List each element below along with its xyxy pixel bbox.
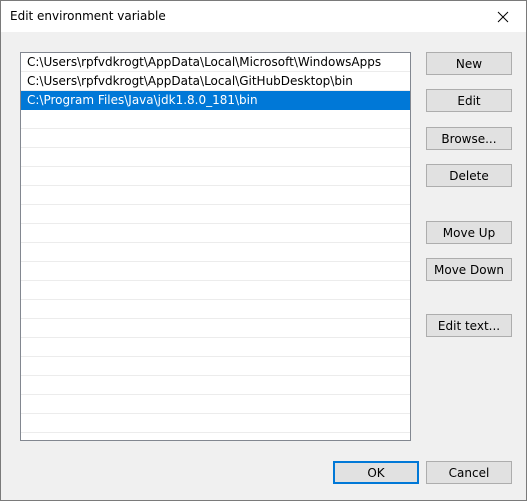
empty-list-row[interactable] <box>21 243 410 262</box>
ok-button[interactable]: OK <box>333 461 419 484</box>
empty-list-row[interactable] <box>21 224 410 243</box>
move-up-button[interactable]: Move Up <box>426 221 512 244</box>
empty-list-row[interactable] <box>21 110 410 129</box>
empty-list-row[interactable] <box>21 376 410 395</box>
move-down-button[interactable]: Move Down <box>426 258 512 281</box>
edit-text-button[interactable]: Edit text... <box>426 314 512 337</box>
delete-button[interactable]: Delete <box>426 164 512 187</box>
browse-button[interactable]: Browse... <box>426 127 512 150</box>
empty-list-row[interactable] <box>21 129 410 148</box>
empty-list-row[interactable] <box>21 186 410 205</box>
dialog-title: Edit environment variable <box>10 9 166 23</box>
empty-list-row[interactable] <box>21 395 410 414</box>
close-button[interactable] <box>480 1 526 32</box>
empty-list-row[interactable] <box>21 357 410 376</box>
path-entries-list[interactable]: C:\Users\rpfvdkrogt\AppData\Local\Micros… <box>20 52 411 441</box>
cancel-button[interactable]: Cancel <box>426 461 512 484</box>
close-icon <box>497 11 509 22</box>
empty-list-row[interactable] <box>21 414 410 433</box>
new-button[interactable]: New <box>426 52 512 75</box>
empty-list-row[interactable] <box>21 167 410 186</box>
list-item[interactable]: C:\Program Files\Java\jdk1.8.0_181\bin <box>21 91 410 110</box>
edit-environment-variable-dialog: Edit environment variable C:\Users\rpfvd… <box>0 0 527 501</box>
empty-list-row[interactable] <box>21 205 410 224</box>
empty-list-row[interactable] <box>21 281 410 300</box>
empty-list-row[interactable] <box>21 300 410 319</box>
list-item[interactable]: C:\Users\rpfvdkrogt\AppData\Local\GitHub… <box>21 72 410 91</box>
edit-button[interactable]: Edit <box>426 89 512 112</box>
empty-list-row[interactable] <box>21 262 410 281</box>
empty-list-row[interactable] <box>21 338 410 357</box>
empty-list-row[interactable] <box>21 148 410 167</box>
empty-list-row[interactable] <box>21 319 410 338</box>
title-bar: Edit environment variable <box>1 1 526 32</box>
list-item[interactable]: C:\Users\rpfvdkrogt\AppData\Local\Micros… <box>21 53 410 72</box>
